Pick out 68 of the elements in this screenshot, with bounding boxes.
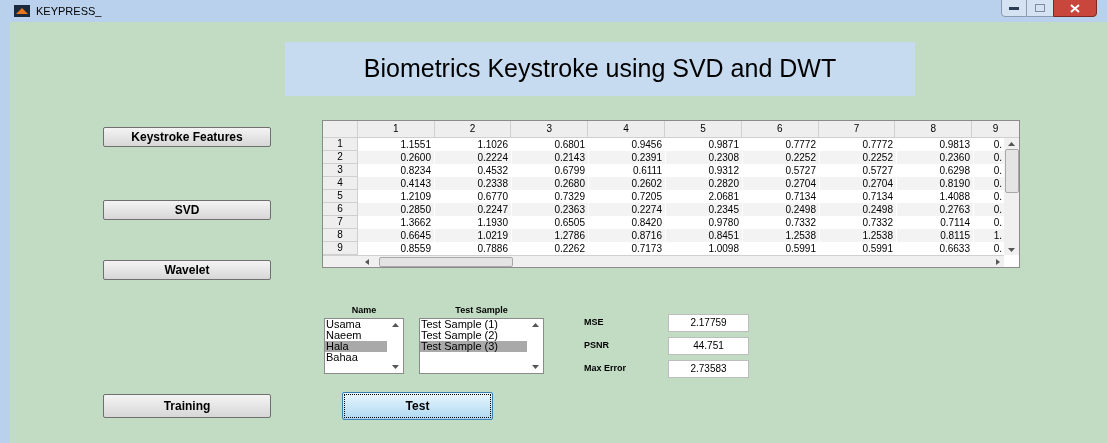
scroll-down-icon [531, 365, 539, 369]
table-cell-text: 0. [992, 151, 1003, 164]
list-label: Name [351, 304, 377, 317]
table-cell-text: 0. [992, 203, 1003, 216]
data-table[interactable] [322, 120, 1020, 268]
row-header: 6 [323, 203, 358, 216]
metric-field[interactable]: 44.751 [668, 337, 749, 355]
row-header: 7 [323, 216, 358, 229]
side-button[interactable]: Wavelet [103, 260, 271, 280]
list-label: Test Sample [455, 304, 508, 317]
table-cell-text: 0. [992, 138, 1003, 151]
scroll-down-icon [391, 365, 399, 369]
column-header[interactable]: 8 [895, 121, 973, 137]
metric-label: Max Error [584, 362, 628, 376]
scroll-up-icon [531, 323, 539, 327]
minimize-icon [1009, 6, 1019, 10]
list-item[interactable]: Hala [325, 341, 387, 352]
close-icon [1070, 3, 1080, 13]
vertical-scrollbar[interactable] [1004, 138, 1019, 255]
list-item[interactable]: Usama [325, 319, 387, 330]
column-header[interactable]: 5 [665, 121, 742, 137]
table-cell-text: 0. [992, 242, 1003, 255]
row-header: 8 [323, 229, 358, 242]
row-header: 5 [323, 190, 358, 203]
maximize-icon [1035, 4, 1045, 12]
list-item[interactable]: Bahaa [325, 352, 387, 363]
list-item[interactable]: Naeem [325, 330, 387, 341]
side-button[interactable]: SVD [103, 200, 271, 220]
column-header[interactable]: 2 [434, 121, 512, 137]
row-header: 4 [323, 177, 358, 190]
side-button[interactable]: Keystroke Features [103, 127, 271, 147]
column-header[interactable]: 4 [588, 121, 666, 137]
list-item[interactable]: Test Sample (1) [420, 319, 527, 330]
table-cell-text: 1. [992, 229, 1003, 242]
row-header: 3 [323, 164, 358, 177]
row-header: 2 [323, 151, 358, 164]
row-header: 9 [323, 242, 358, 255]
table-cell-text: 0. [992, 190, 1003, 203]
column-header[interactable]: 3 [511, 121, 589, 137]
side-button[interactable]: Training [103, 394, 271, 418]
list-item[interactable]: Test Sample (3) [420, 341, 527, 352]
scroll-left-icon [365, 258, 369, 265]
table-cell-text: 0. [992, 164, 1003, 177]
metric-label: PSNR [584, 339, 610, 353]
app-icon [14, 5, 30, 17]
list-item[interactable]: Test Sample (2) [420, 330, 527, 341]
column-header[interactable]: 7 [818, 121, 896, 137]
list-box[interactable]: Usama Naeem Hala Bahaa [324, 318, 404, 374]
scroll-up-icon [1008, 142, 1015, 146]
banner-title: Biometrics Keystroke using SVD and DWT [363, 53, 837, 85]
column-header[interactable]: 6 [741, 121, 819, 137]
metric-field[interactable]: 2.73583 [668, 360, 749, 378]
column-header[interactable]: 1 [357, 121, 435, 137]
table-cell-text: 0. [992, 216, 1003, 229]
column-header[interactable]: 9 [972, 121, 1019, 137]
scroll-right-icon [996, 258, 1000, 265]
table-cell-text: 0. [992, 177, 1003, 190]
close-button[interactable] [1053, 0, 1097, 17]
minimize-button[interactable] [1001, 0, 1027, 17]
window-title: KEYPRESS_ [36, 3, 102, 19]
scroll-up-icon [391, 323, 399, 327]
metric-field[interactable]: 2.17759 [668, 314, 749, 332]
scroll-down-icon [1008, 248, 1015, 252]
list-box[interactable]: Test Sample (1) Test Sample (2) Test Sample (3) [419, 318, 544, 374]
test-button[interactable]: Test [342, 392, 493, 420]
horizontal-scrollbar[interactable] [323, 255, 1004, 267]
row-header: 1 [323, 138, 358, 151]
metric-label: MSE [584, 316, 605, 330]
